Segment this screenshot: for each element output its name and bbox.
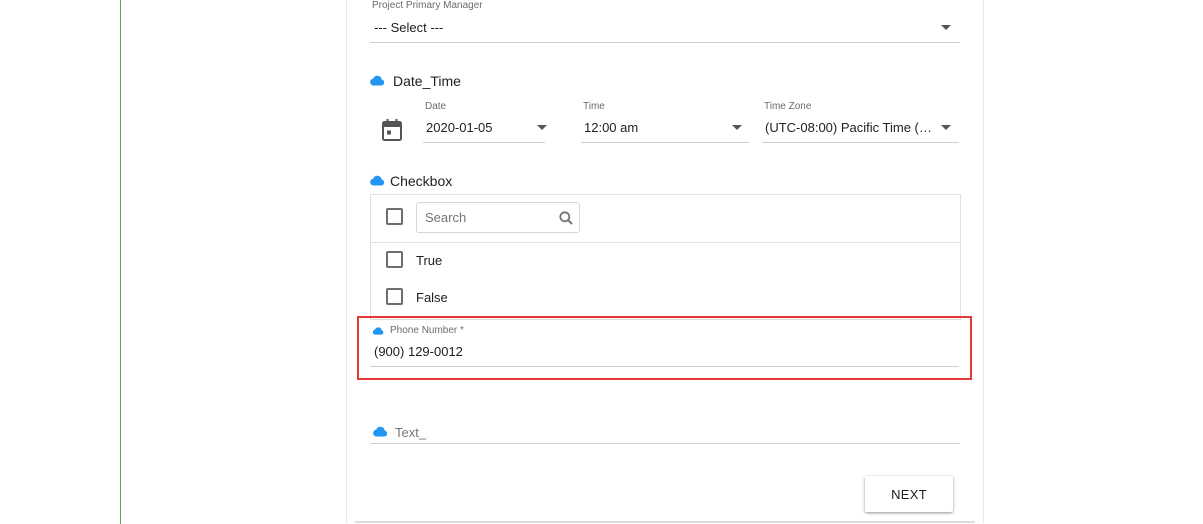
time-label: Time — [583, 101, 605, 112]
checkbox[interactable] — [386, 288, 403, 305]
checkbox-search-input[interactable] — [425, 208, 549, 226]
cloud-icon — [372, 327, 384, 335]
checkbox-option-false[interactable]: False — [380, 286, 580, 310]
timezone-label: Time Zone — [764, 101, 812, 112]
date-underline — [423, 142, 545, 143]
checkbox-option-label: False — [416, 290, 448, 305]
card-bottom-edge — [355, 521, 975, 523]
cloud-icon — [370, 75, 385, 86]
date-select[interactable]: 2020-01-05 — [423, 117, 547, 143]
timezone-underline — [762, 142, 959, 143]
timezone-value: (UTC-08:00) Pacific Time (US & Canada) — [765, 120, 932, 135]
time-value: 12:00 am — [584, 120, 639, 135]
project-manager-label: Project Primary Manager — [372, 0, 483, 11]
checkbox-header-divider — [370, 242, 961, 243]
phone-number-label: Phone Number * — [390, 325, 464, 336]
phone-number-underline — [370, 366, 959, 367]
text-field-underline — [370, 443, 960, 444]
checkbox-section-title: Checkbox — [390, 173, 453, 189]
project-manager-underline — [370, 42, 960, 43]
text-field[interactable] — [370, 420, 960, 444]
search-icon[interactable] — [559, 211, 573, 225]
date-time-section-title: Date_Time — [393, 73, 461, 89]
project-manager-value: --- Select --- — [374, 20, 444, 35]
checkbox-option-label: True — [416, 253, 443, 268]
select-all-checkbox[interactable] — [386, 208, 403, 225]
cloud-icon — [370, 175, 385, 186]
checkbox-search-field[interactable] — [416, 202, 580, 233]
left-border-line — [120, 0, 121, 524]
next-button[interactable]: NEXT — [865, 476, 953, 512]
timezone-select[interactable]: (UTC-08:00) Pacific Time (US & Canada) — [762, 117, 959, 143]
checkbox[interactable] — [386, 251, 403, 268]
time-underline — [581, 142, 749, 143]
phone-number-value: (900) 129-0012 — [374, 344, 463, 359]
text-input[interactable] — [395, 423, 945, 441]
project-manager-select[interactable]: --- Select --- — [370, 16, 960, 43]
chevron-down-icon — [941, 125, 951, 130]
date-value: 2020-01-05 — [426, 120, 493, 135]
checkbox-option-true[interactable]: True — [380, 249, 580, 273]
phone-number-field[interactable]: (900) 129-0012 — [370, 340, 960, 366]
chevron-down-icon — [732, 125, 742, 130]
date-label: Date — [425, 101, 447, 112]
calendar-icon[interactable] — [382, 119, 402, 141]
chevron-down-icon — [941, 25, 951, 30]
time-select[interactable]: 12:00 am — [581, 117, 749, 143]
chevron-down-icon — [537, 125, 547, 130]
